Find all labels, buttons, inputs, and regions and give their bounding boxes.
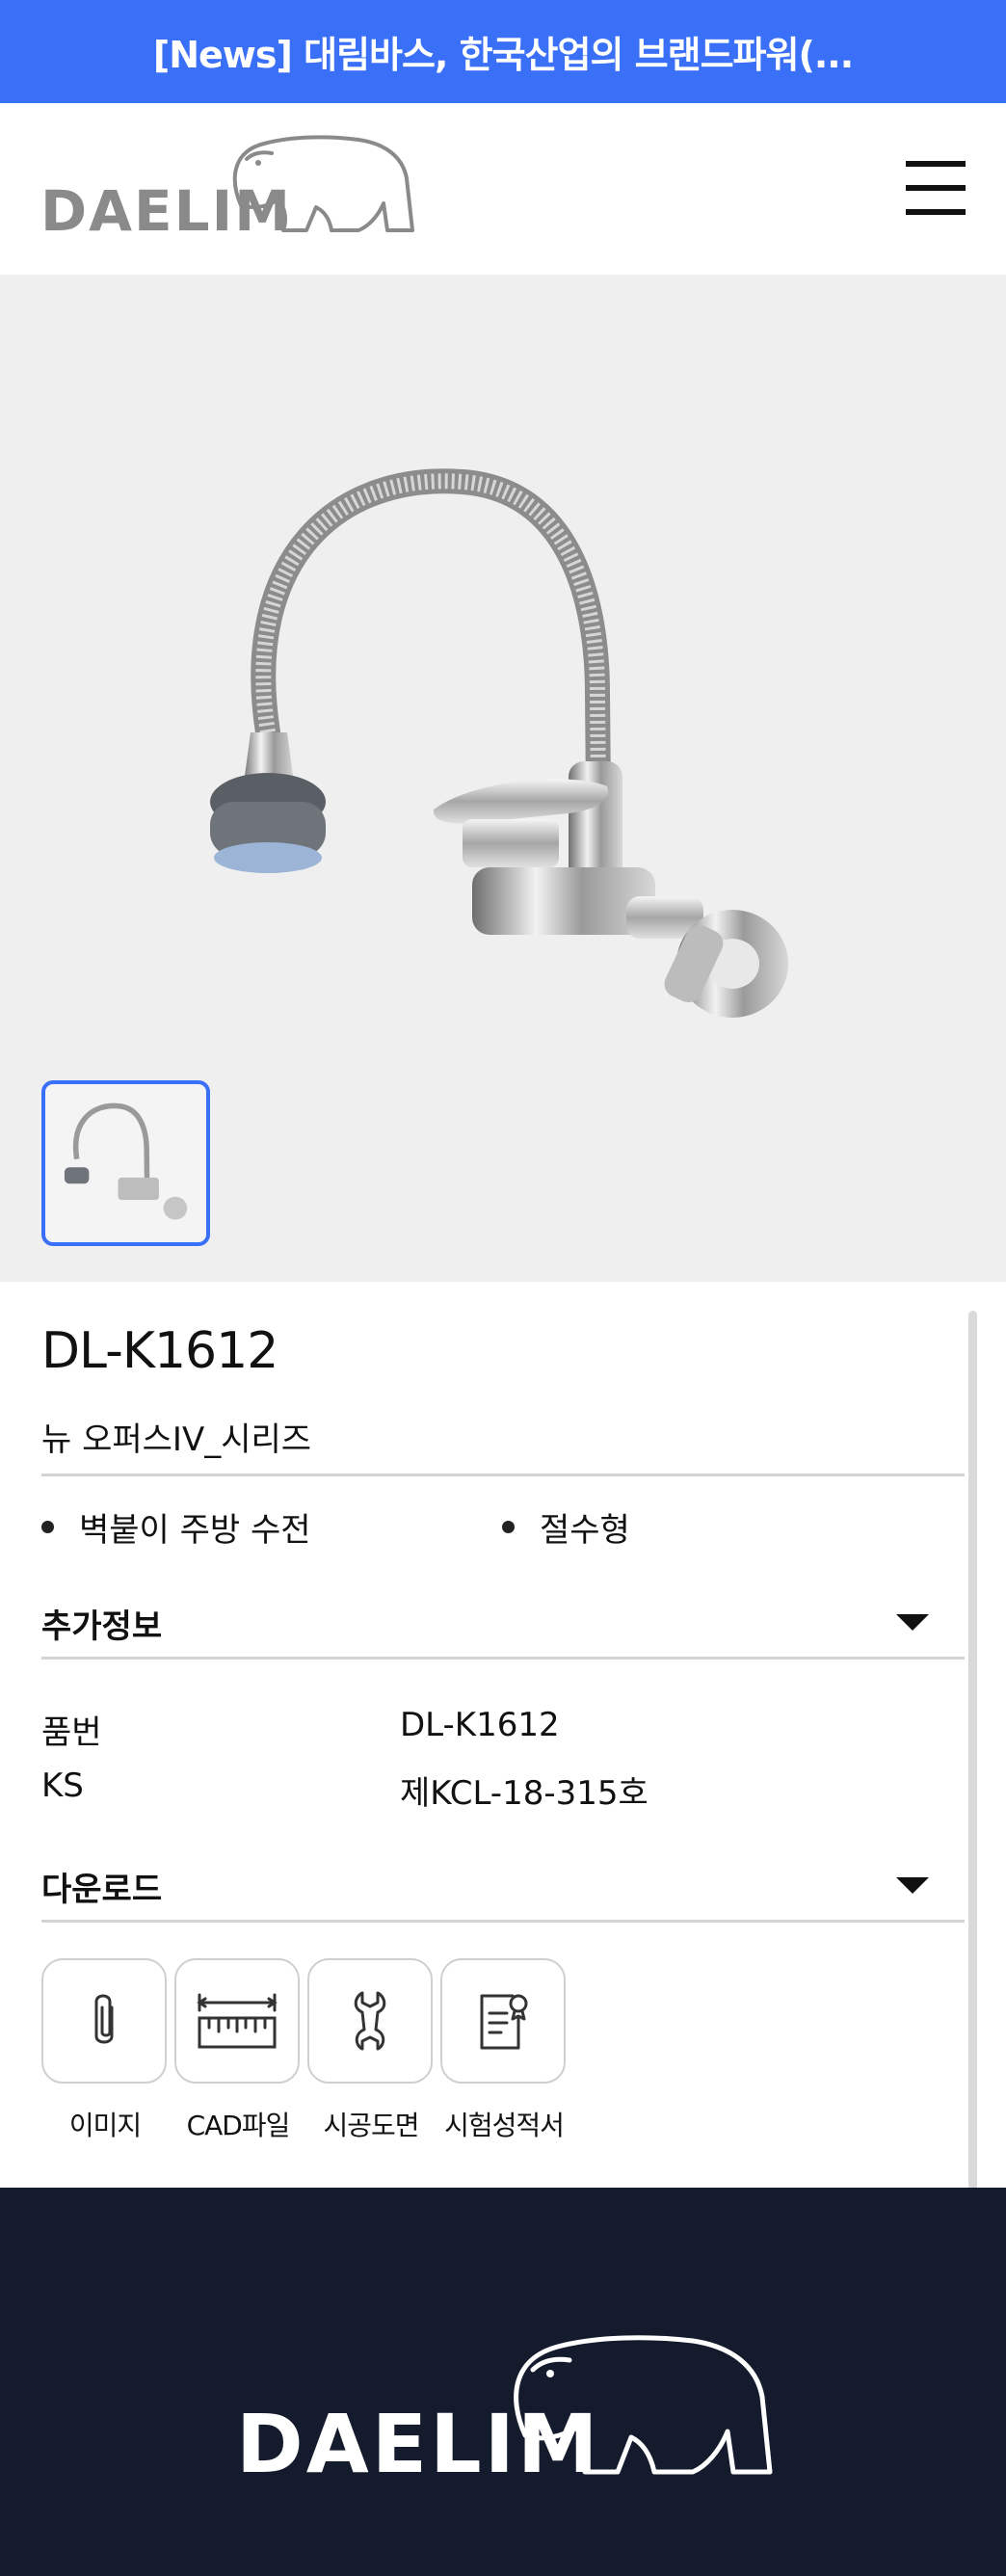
spec-value-part-number: DL-K1612 [400,1706,560,1744]
feature-item: 절수형 [502,1503,630,1551]
wrench-icon [354,1991,386,2051]
news-ticker-bar[interactable]: [News] 대림바스, 한국산업의 브랜드파워(... [0,0,1006,103]
spec-label-part-number: 품번 [41,1713,102,1752]
spec-value-ks: 제KCL-18-315호 [400,1774,649,1813]
product-series: 뉴 오퍼스IV_시리즈 [41,1421,312,1459]
news-ticker-text[interactable]: [News] 대림바스, 한국산업의 브랜드파워(... [153,25,854,78]
ruler-icon [197,1993,278,2049]
footer-logo-wordmark: DAELIM [236,2397,601,2491]
logo-wordmark: DAELIM [40,178,292,244]
site-footer: DAELIM [0,2188,1006,2576]
faucet-product-image [210,468,788,1018]
download-cad-label: CAD파일 [186,2110,291,2141]
product-code-title: DL-K1612 [41,1322,278,1380]
spec-label-ks: KS [41,1766,84,1805]
download-installation-drawing-button[interactable]: 시공도면 [307,1958,435,2143]
product-gallery [0,275,1006,1282]
download-heading[interactable]: 다운로드 [41,1863,162,1910]
paperclip-icon [94,1994,114,2044]
faucet-thumbnail-image [64,1102,188,1220]
certificate-document-icon [480,1994,528,2050]
divider [41,1657,965,1660]
daelim-logo[interactable]: DAELIM [40,130,416,248]
download-cad-button[interactable]: CAD파일 [174,1958,302,2143]
download-test-report-button[interactable]: 시험성적서 [440,1958,568,2143]
download-image-button[interactable]: 이미지 [41,1958,169,2143]
additional-info-toggle-caret-icon[interactable] [896,1614,929,1631]
info-panel-scrollbar[interactable] [968,1311,977,2242]
feature-item: 벽붙이 주방 수전 [41,1503,311,1551]
download-installation-drawing-label: 시공도면 [323,2110,419,2141]
site-header: DAELIM [0,103,1006,275]
hamburger-menu-icon[interactable] [906,161,966,215]
additional-info-heading[interactable]: 추가정보 [41,1600,162,1647]
download-toggle-caret-icon[interactable] [896,1877,929,1894]
download-image-label: 이미지 [68,2110,142,2141]
divider [41,1474,965,1476]
footer-daelim-logo[interactable]: DAELIM [236,2327,776,2496]
divider [41,1920,965,1923]
download-test-report-label: 시험성적서 [444,2110,565,2141]
product-thumbnail[interactable] [41,1080,210,1246]
